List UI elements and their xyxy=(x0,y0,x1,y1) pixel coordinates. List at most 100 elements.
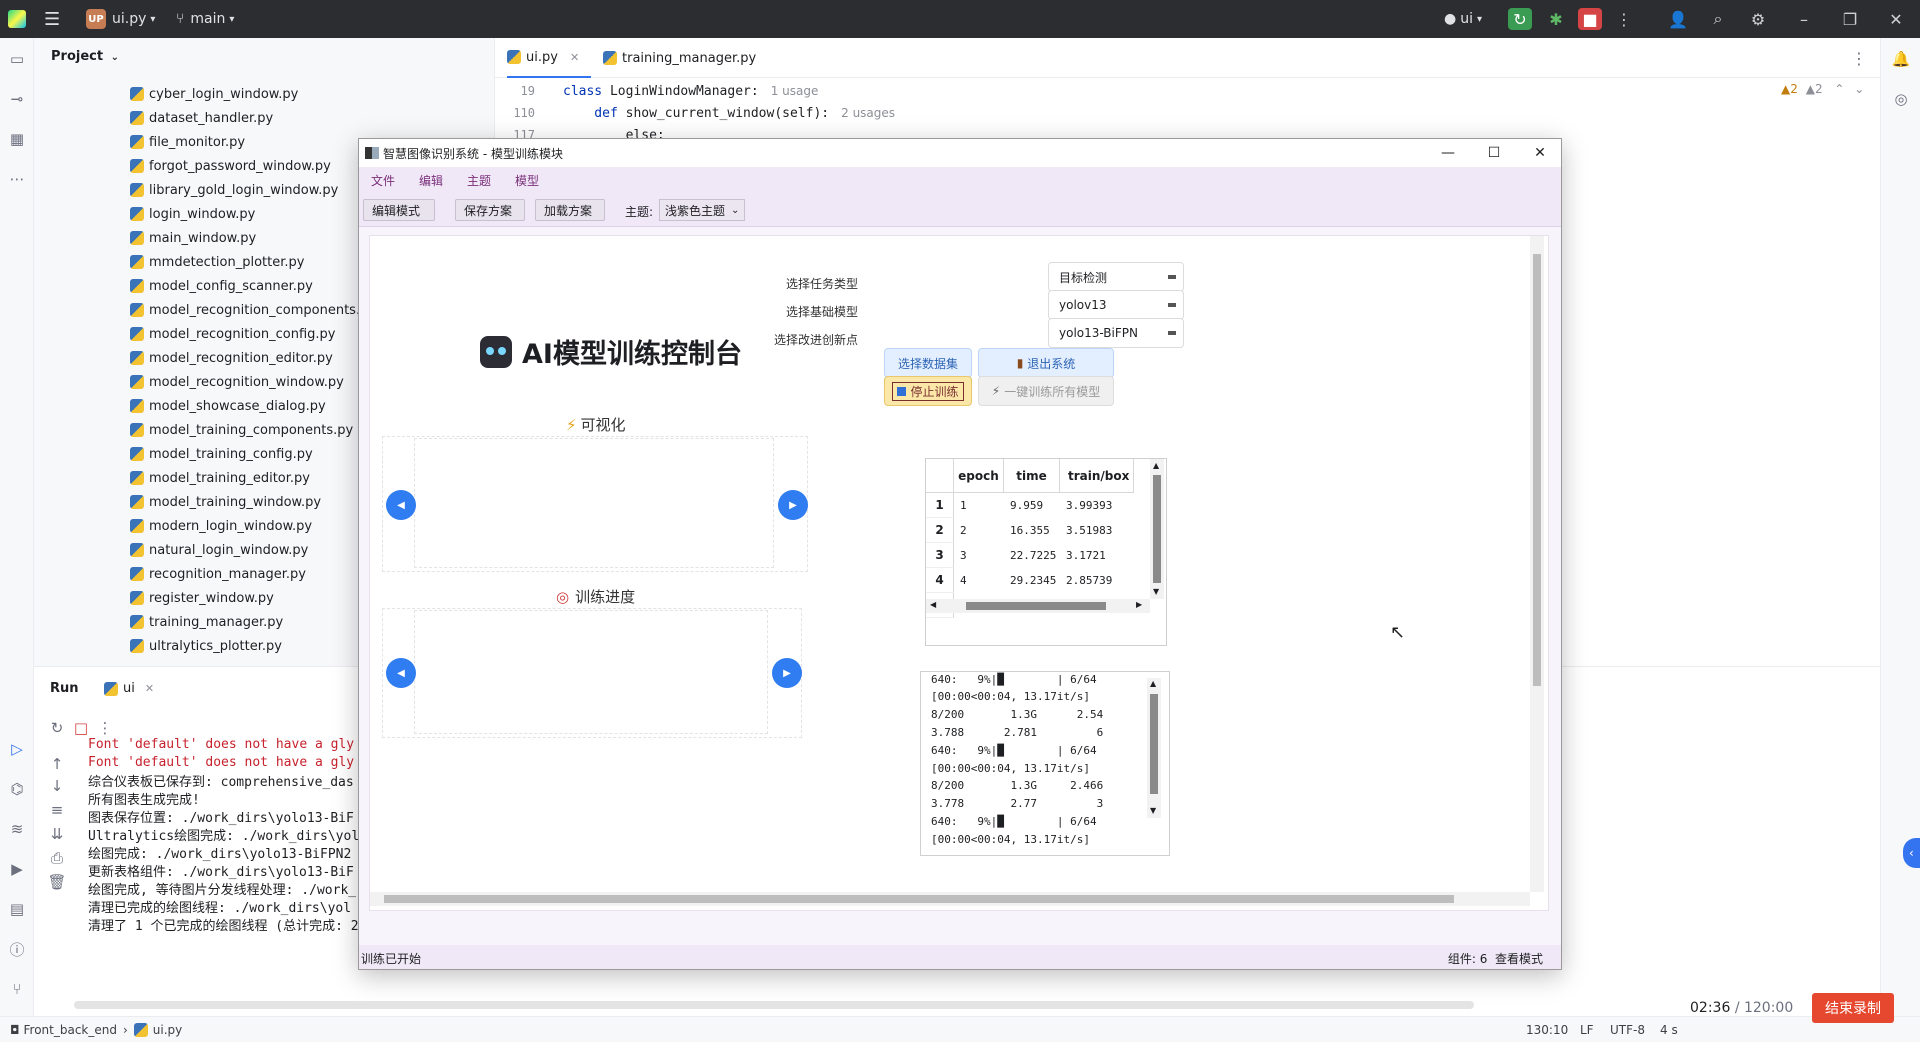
file-tree-item[interactable]: model_showcase_dialog.py xyxy=(130,394,326,418)
scroll-thumb[interactable] xyxy=(1150,694,1158,794)
more-icon[interactable]: ⋮ xyxy=(1847,47,1871,69)
file-tree-item[interactable]: model_recognition_editor.py xyxy=(130,346,333,370)
commit-icon[interactable]: ⊸ xyxy=(6,88,28,110)
terminal-icon[interactable]: ▤ xyxy=(6,898,28,920)
arrow-up-icon[interactable]: ▲ xyxy=(1153,461,1159,470)
column-header[interactable]: train/box xyxy=(1060,459,1134,493)
code-line[interactable]: 19 class LoginWindowManager: 1 usage xyxy=(495,80,819,102)
restore-icon[interactable]: ❐ xyxy=(1838,8,1862,30)
arrow-right-icon[interactable]: ▶ xyxy=(1136,600,1142,609)
file-tree-item[interactable]: model_config_scanner.py xyxy=(130,274,313,298)
content-hscrollbar[interactable] xyxy=(370,892,1530,906)
scroll-thumb[interactable] xyxy=(384,895,1454,903)
file-tree-item[interactable]: mmdetection_plotter.py xyxy=(130,250,304,274)
table-cell[interactable]: 1 xyxy=(954,493,1004,518)
row-header[interactable]: 2 xyxy=(926,518,954,543)
gear-icon[interactable]: ⚙ xyxy=(1746,8,1770,30)
menu-theme[interactable]: 主题 xyxy=(467,172,491,189)
file-tree-item[interactable]: model_training_window.py xyxy=(130,490,321,514)
rerun-icon[interactable]: ↻ xyxy=(46,717,68,739)
more-icon[interactable]: ⋮ xyxy=(1612,8,1636,30)
debug-icon[interactable]: ✱ xyxy=(1544,8,1568,30)
task-type-combo[interactable]: 目标检测 xyxy=(1048,262,1184,292)
file-tree-item[interactable]: modern_login_window.py xyxy=(130,514,312,538)
folder-icon[interactable]: ▭ xyxy=(6,48,28,70)
table-cell[interactable]: 2 xyxy=(954,518,1004,543)
table-cell[interactable]: 3 xyxy=(954,543,1004,568)
branch-selector[interactable]: ⑂ main ▾ xyxy=(176,0,234,38)
close-icon[interactable]: ✕ xyxy=(1525,141,1555,165)
ide-logo-icon[interactable] xyxy=(8,0,26,38)
main-menu-icon[interactable]: ☰ xyxy=(44,0,60,38)
file-tree-item[interactable]: model_training_editor.py xyxy=(130,466,310,490)
arrow-down-icon[interactable]: ▼ xyxy=(1153,587,1159,596)
minimize-icon[interactable]: – xyxy=(1792,8,1816,30)
file-tree-item[interactable]: training_manager.py xyxy=(130,610,283,634)
run-icon[interactable]: ▷ xyxy=(6,738,28,760)
row-header[interactable]: 4 xyxy=(926,568,954,593)
table-cell[interactable]: 22.7225 xyxy=(1004,543,1060,568)
save-plan-button[interactable]: 保存方案 xyxy=(455,199,525,221)
add-user-icon[interactable]: 👤 xyxy=(1666,8,1690,30)
services-icon[interactable]: ▶ xyxy=(6,858,28,880)
theme-select[interactable]: 浅紫色主题 ⌄ xyxy=(659,199,745,221)
file-tree-item[interactable]: model_training_components.py xyxy=(130,418,353,442)
trash-icon[interactable]: 🗑 xyxy=(46,871,68,893)
stop-icon[interactable]: ■ xyxy=(1578,8,1602,30)
scroll-thumb[interactable] xyxy=(1153,475,1161,583)
results-table[interactable]: epoch time train/box 1 1 9.959 3.99393 2 2 16.… xyxy=(925,458,1167,646)
table-vscrollbar[interactable]: ▲ ▼ xyxy=(1150,459,1164,599)
chevron-up-icon[interactable]: ⌃ xyxy=(1834,82,1844,96)
more-icon[interactable]: ⋯ xyxy=(6,168,28,190)
arrow-left-icon[interactable]: ◀ xyxy=(930,600,936,609)
run-config-selector[interactable]: ● ui ▾ xyxy=(1444,0,1482,38)
soft-wrap-icon[interactable]: ≡ xyxy=(46,799,68,821)
table-cell[interactable]: 2.85739 xyxy=(1060,568,1134,593)
file-tree-item[interactable]: register_window.py xyxy=(130,586,274,610)
file-tree-item[interactable]: file_monitor.py xyxy=(130,130,245,154)
caret-position[interactable]: 130:10 xyxy=(1526,1017,1568,1042)
ai-assistant-icon[interactable]: ◎ xyxy=(1890,88,1912,110)
stop-training-button[interactable]: 停止训练 xyxy=(884,376,972,406)
table-cell[interactable]: 4 xyxy=(954,568,1004,593)
improvement-combo[interactable]: yolo13-BiFPN xyxy=(1048,318,1184,348)
file-tree-item[interactable]: ultralytics_plotter.py xyxy=(130,634,282,658)
project-panel-title[interactable]: Project ⌄ xyxy=(51,49,119,64)
menu-model[interactable]: 模型 xyxy=(515,172,539,189)
table-cell[interactable]: 3.99393 xyxy=(1060,493,1134,518)
table-cell[interactable]: 3.1721 xyxy=(1060,543,1134,568)
file-tree-item[interactable]: model_recognition_config.py xyxy=(130,322,336,346)
app-titlebar[interactable]: 智慧图像识别系统 - 模型训练模块 — ☐ ✕ xyxy=(359,139,1561,167)
collapse-panel-icon[interactable]: ‹ xyxy=(1903,838,1920,868)
file-tree-item[interactable]: dataset_handler.py xyxy=(130,106,273,130)
log-vscrollbar[interactable]: ▲ ▼ xyxy=(1147,678,1161,818)
table-hscrollbar[interactable]: ◀ ▶ xyxy=(926,599,1150,613)
menu-edit[interactable]: 编辑 xyxy=(419,172,443,189)
tab-ui-py[interactable]: ui.py ✕ xyxy=(507,38,591,78)
select-dataset-button[interactable]: 选择数据集 xyxy=(884,348,972,378)
tab-training-manager[interactable]: training_manager.py xyxy=(603,38,756,78)
arrow-down-icon[interactable]: ↓ xyxy=(46,775,68,797)
file-tree-item[interactable]: natural_login_window.py xyxy=(130,538,308,562)
training-log[interactable]: 640: 9%|█ | 6/64 [00:00<00:04, 13.17it/s]… xyxy=(920,671,1170,856)
table-cell[interactable]: 3.51983 xyxy=(1060,518,1134,543)
file-tree-item[interactable]: login_window.py xyxy=(130,202,255,226)
file-tree-item[interactable]: model_recognition_components.py xyxy=(130,298,376,322)
train-all-button[interactable]: ⚡ 一键训练所有模型 xyxy=(978,376,1114,406)
table-cell[interactable]: 29.2345 xyxy=(1004,568,1060,593)
chevron-down-icon[interactable]: ⌄ xyxy=(1854,82,1864,96)
search-icon[interactable]: ⌕ xyxy=(1706,8,1730,30)
scroll-end-icon[interactable]: ⇊ xyxy=(46,823,68,845)
previous-image-button[interactable]: ◀ xyxy=(386,658,416,688)
indent-setting[interactable]: 4 s xyxy=(1660,1017,1678,1042)
file-tree-item[interactable]: forgot_password_window.py xyxy=(130,154,331,178)
file-tree-item[interactable]: model_training_config.py xyxy=(130,442,313,466)
stop-recording-button[interactable]: 结束录制 xyxy=(1812,993,1894,1023)
print-icon[interactable]: ⎙ xyxy=(46,847,68,869)
file-tree-item[interactable]: recognition_manager.py xyxy=(130,562,306,586)
minimize-icon[interactable]: — xyxy=(1433,141,1463,165)
close-icon[interactable]: ✕ xyxy=(570,51,579,64)
load-plan-button[interactable]: 加载方案 xyxy=(535,199,605,221)
exit-system-button[interactable]: ▮ 退出系统 xyxy=(978,348,1114,378)
close-icon[interactable]: ✕ xyxy=(1884,8,1908,30)
